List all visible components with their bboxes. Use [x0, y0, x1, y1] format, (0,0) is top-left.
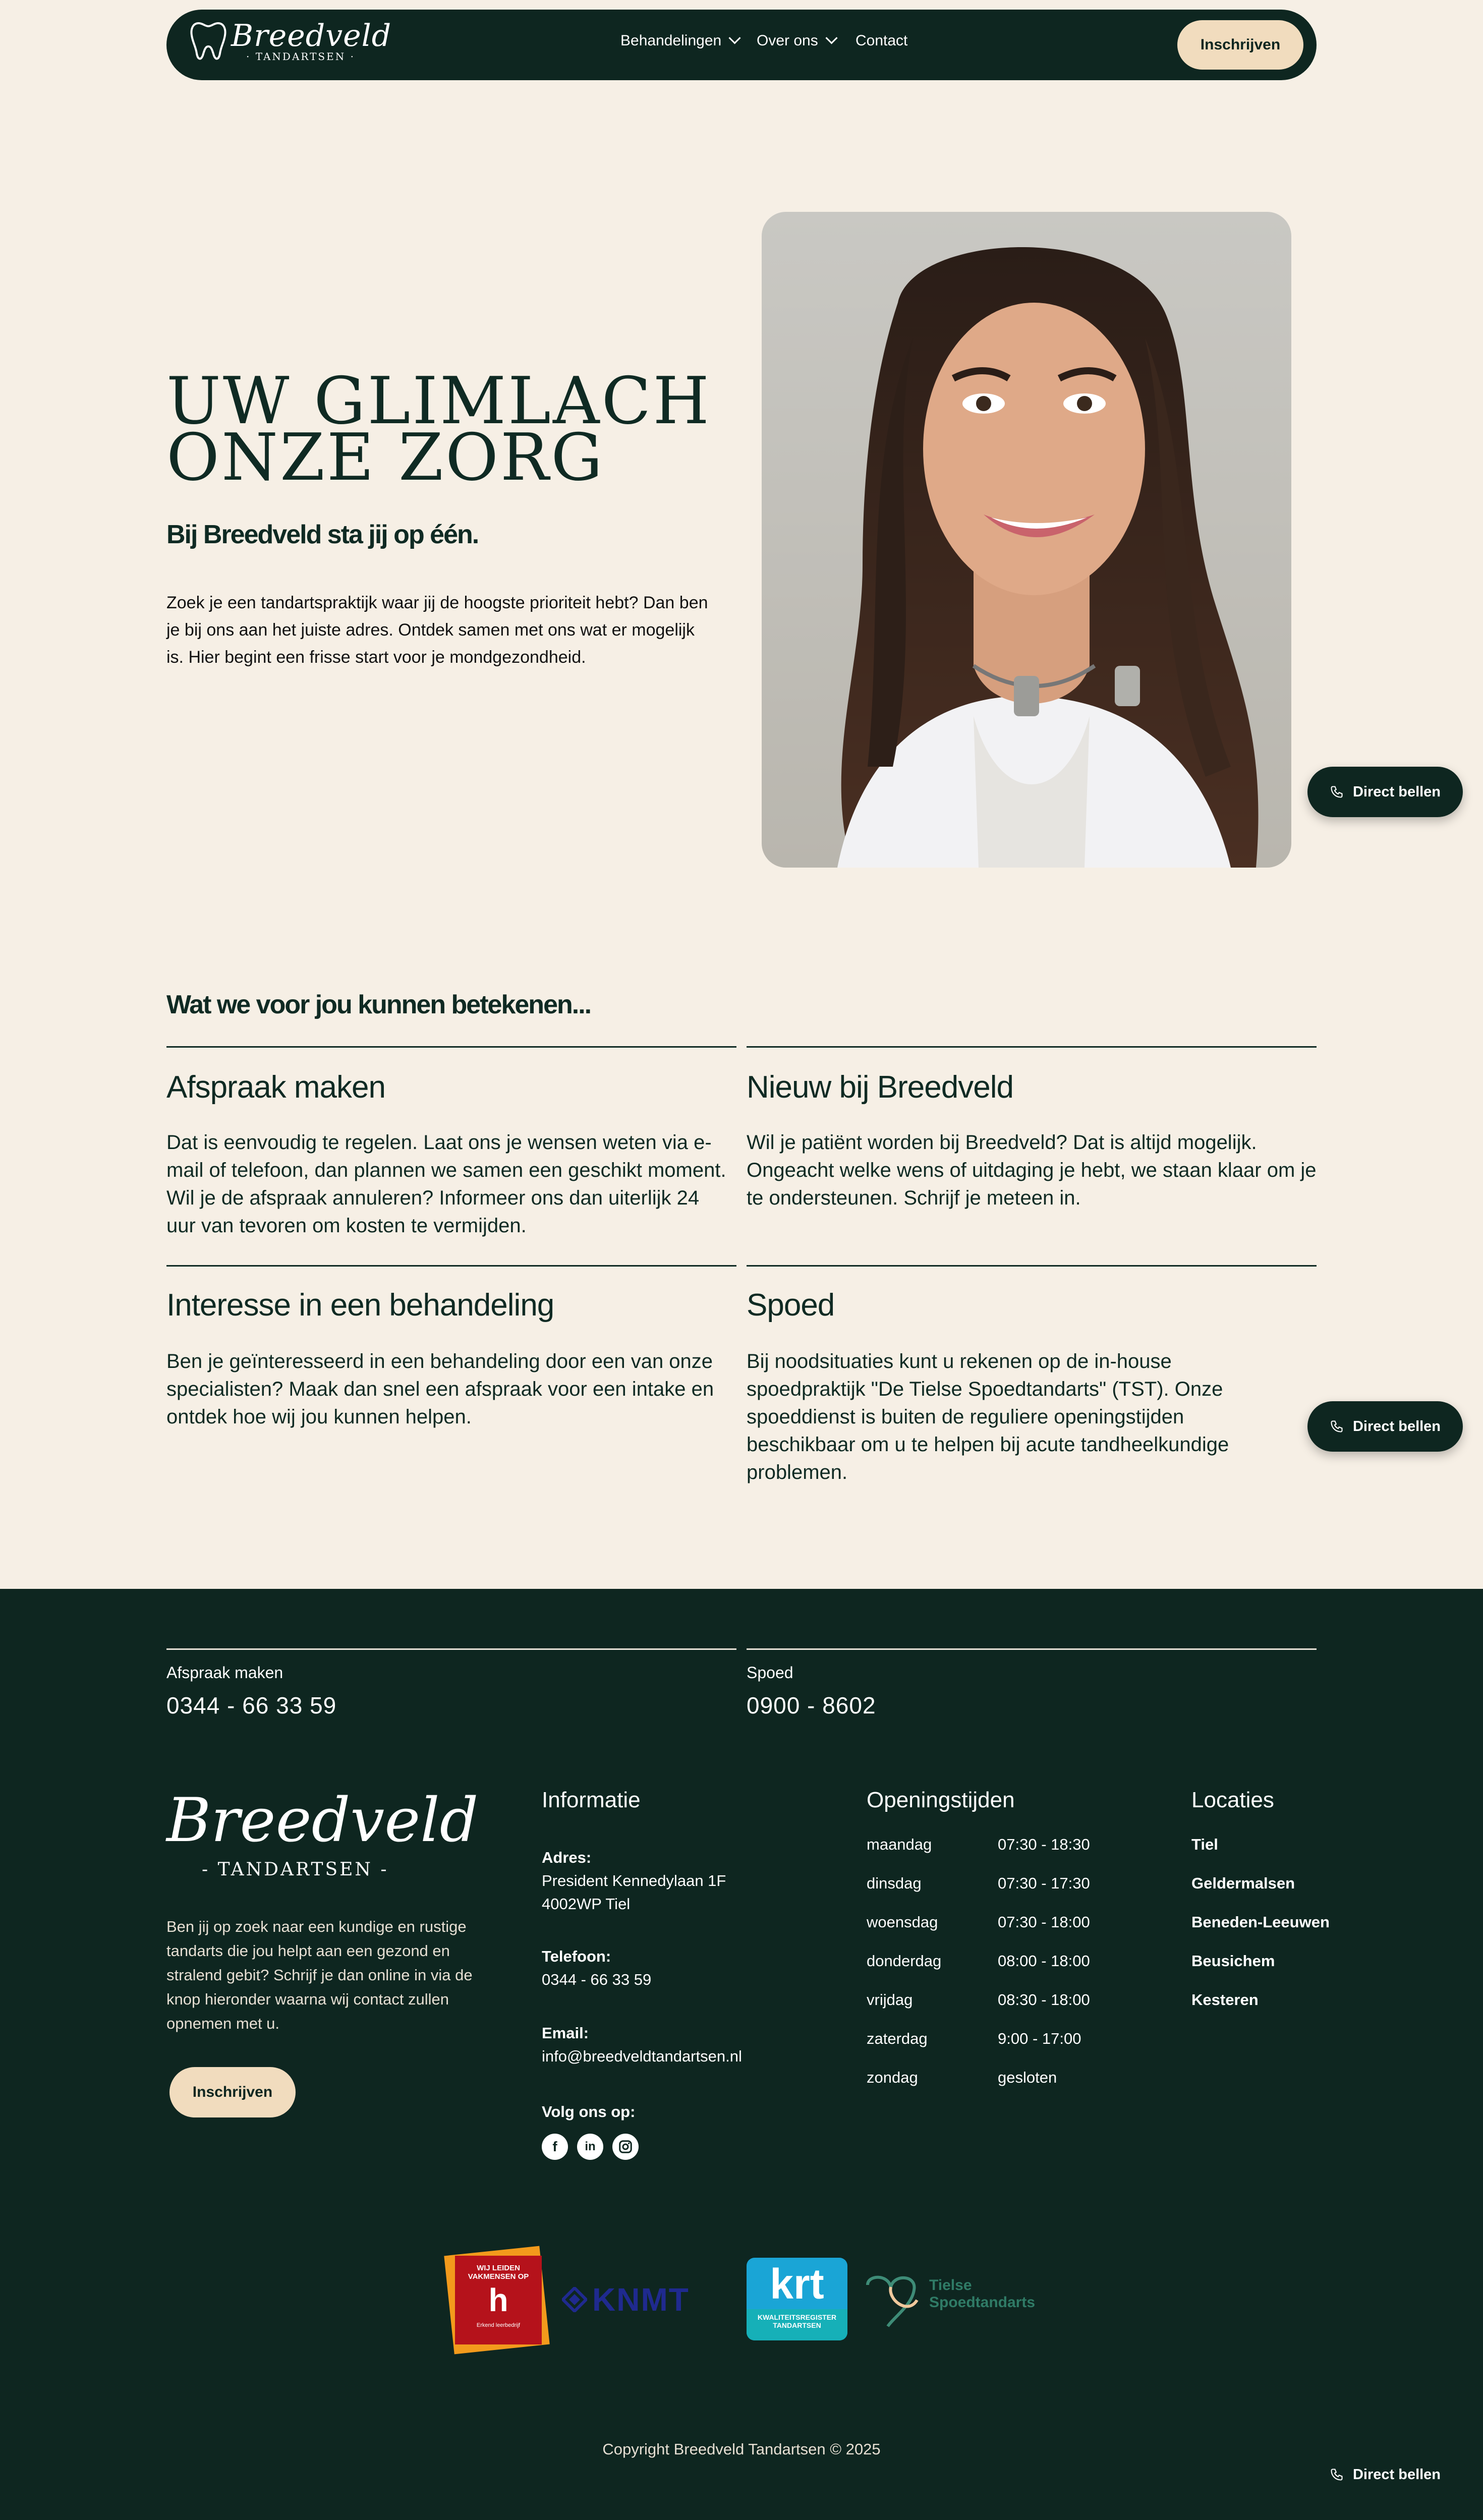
info-phone[interactable]: 0344 - 66 33 59: [542, 1968, 651, 1991]
footer-contact-label: Afspraak maken: [166, 1664, 283, 1682]
info-email-link[interactable]: info@breedveldtandartsen.nl: [542, 2045, 742, 2068]
hp-badge-line1: WIJ LEIDEN: [477, 2264, 520, 2272]
follow-label: Volg ons op:: [542, 2103, 636, 2121]
footer-emergency-phone[interactable]: 0900 - 8602: [747, 1692, 876, 1719]
hours-time: 07:30 - 18:30: [998, 1836, 1090, 1853]
hp-logo-icon: h: [488, 2282, 508, 2318]
hp-erkend-leerbedrijf-badge: WIJ LEIDEN VAKMENSEN OP h Erkend leerbed…: [455, 2256, 542, 2344]
instagram-glyph: [619, 2140, 632, 2153]
hours-day: maandag: [867, 1836, 932, 1853]
footer-emergency-label: Spoed: [747, 1664, 793, 1682]
hp-badge-footer: Erkend leerbedrijf: [476, 2322, 521, 2328]
chevron-down-icon: [728, 32, 741, 44]
krt-text: krt: [770, 2260, 824, 2308]
facebook-icon[interactable]: f: [542, 2134, 568, 2160]
divider: [747, 1265, 1317, 1267]
hours-time: 9:00 - 17:00: [998, 2030, 1081, 2047]
tielse-spoedtandarts-heart-icon: [866, 2275, 919, 2327]
hours-heading: Openingstijden: [867, 1788, 1015, 1812]
footer-logo-subtitle: - TANDARTSEN -: [202, 1859, 389, 1880]
hours-day: dinsdag: [867, 1874, 922, 1892]
direct-call-button[interactable]: Direct bellen: [1307, 1401, 1463, 1452]
phone-label: Telefoon:: [542, 1948, 611, 1965]
location-link-kesteren[interactable]: Kesteren: [1191, 1988, 1259, 2012]
location-link-beusichem[interactable]: Beusichem: [1191, 1950, 1275, 1973]
nav-logo-wordmark[interactable]: Breedveld: [231, 18, 391, 53]
knmt-diamond-icon: [562, 2287, 587, 2312]
nav-behandelingen[interactable]: Behandelingen: [620, 32, 741, 49]
copyright-text: Copyright Breedveld Tandartsen © 2025: [602, 2440, 881, 2458]
phone-icon: [1331, 1420, 1343, 1433]
hero-subtitle: Bij Breedveld sta jij op één.: [166, 520, 479, 549]
hours-time: 07:30 - 17:30: [998, 1874, 1090, 1892]
card-text-spoed: Bij noodsituaties kunt u rekenen op de i…: [747, 1350, 1229, 1483]
instagram-icon[interactable]: [612, 2134, 639, 2160]
footer-signup-button[interactable]: Inschrijven: [169, 2067, 296, 2117]
location-link-tiel[interactable]: Tiel: [1191, 1833, 1218, 1856]
tielse-spoedtandarts-logo: Tielse Spoedtandarts: [929, 2277, 1035, 2311]
card-title-behandeling: Interesse in een behandeling: [166, 1288, 554, 1323]
footer-appointment-phone[interactable]: 0344 - 66 33 59: [166, 1692, 336, 1719]
tst-line1: Tielse: [929, 2277, 972, 2294]
hours-time: 08:00 - 18:00: [998, 1952, 1090, 1970]
hours-day: donderdag: [867, 1952, 942, 1970]
krt-kwaliteitsregister-badge: krt KWALITEITSREGISTER TANDARTSEN: [747, 2258, 847, 2340]
direct-call-label: Direct bellen: [1352, 1418, 1441, 1435]
hero-title-line2: ONZE ZORG: [166, 420, 605, 495]
phone-icon: [1331, 786, 1343, 798]
footer-description: Ben jij op zoek naar een kundige en rust…: [166, 1918, 473, 2032]
card-text-behandeling: Ben je geïnteresseerd in een behandeling…: [166, 1350, 714, 1428]
divider: [166, 1046, 736, 1048]
hours-day: zondag: [867, 2069, 918, 2086]
hours-day: vrijdag: [867, 1991, 913, 2009]
card-title-afspraak: Afspraak maken: [166, 1070, 386, 1105]
footer-logo-wordmark[interactable]: Breedveld: [166, 1786, 478, 1856]
hero-body-text: Zoek je een tandartspraktijk waar jij de…: [166, 593, 708, 667]
hours-day: zaterdag: [867, 2030, 928, 2047]
hours-time: gesloten: [998, 2069, 1057, 2086]
divider: [166, 1648, 736, 1650]
card-title-spoed: Spoed: [747, 1288, 835, 1323]
signup-button[interactable]: Inschrijven: [1177, 20, 1303, 70]
card-text-nieuw: Wil je patiënt worden bij Breedveld? Dat…: [747, 1131, 1317, 1209]
card-text-afspraak: Dat is eenvoudig te regelen. Laat ons je…: [166, 1131, 726, 1237]
hours-time: 08:30 - 18:00: [998, 1991, 1090, 2009]
krt-sub2: TANDARTSEN: [773, 2321, 821, 2329]
tst-line2: Spoedtandarts: [929, 2294, 1036, 2311]
direct-call-button[interactable]: Direct bellen: [1307, 2449, 1463, 2500]
services-heading: Wat we voor jou kunnen betekenen...: [166, 990, 592, 1019]
divider: [166, 1265, 736, 1267]
direct-call-label: Direct bellen: [1352, 783, 1441, 800]
address-line2: 4002WP Tiel: [542, 1895, 631, 1913]
direct-call-button[interactable]: Direct bellen: [1307, 767, 1463, 817]
info-heading: Informatie: [542, 1788, 641, 1812]
linkedin-icon[interactable]: in: [577, 2134, 603, 2160]
knmt-logo: KNMT: [562, 2281, 690, 2318]
location-link-geldermalsen[interactable]: Geldermalsen: [1191, 1872, 1295, 1895]
nav-logo-subtitle: · TANDARTSEN ·: [246, 50, 355, 63]
address-line1: President Kennedylaan 1F: [542, 1872, 726, 1889]
card-title-nieuw: Nieuw bij Breedveld: [747, 1070, 1014, 1105]
nav-over-ons[interactable]: Over ons: [757, 32, 838, 49]
divider: [747, 1648, 1317, 1650]
direct-call-label: Direct bellen: [1352, 2466, 1441, 2483]
email-label: Email:: [542, 2024, 589, 2042]
knmt-text: KNMT: [592, 2281, 690, 2318]
hours-time: 07:30 - 18:00: [998, 1913, 1090, 1931]
phone-icon: [1331, 2469, 1343, 2481]
krt-sub1: KWALITEITSREGISTER: [757, 2313, 837, 2321]
chevron-down-icon: [825, 32, 838, 44]
hp-badge-line2: VAKMENSEN OP: [468, 2272, 529, 2281]
hero-title: UW GLIMLACH ONZE ZORG: [166, 369, 711, 490]
nav-contact[interactable]: Contact: [855, 32, 907, 49]
locations-heading: Locaties: [1191, 1788, 1274, 1812]
hero-photo-dentist: [762, 212, 1291, 868]
location-link-beneden-leeuwen[interactable]: Beneden-Leeuwen: [1191, 1911, 1330, 1934]
address-label: Adres:: [542, 1849, 592, 1866]
divider: [747, 1046, 1317, 1048]
hours-day: woensdag: [867, 1913, 938, 1931]
tooth-logo-icon[interactable]: [189, 20, 228, 63]
